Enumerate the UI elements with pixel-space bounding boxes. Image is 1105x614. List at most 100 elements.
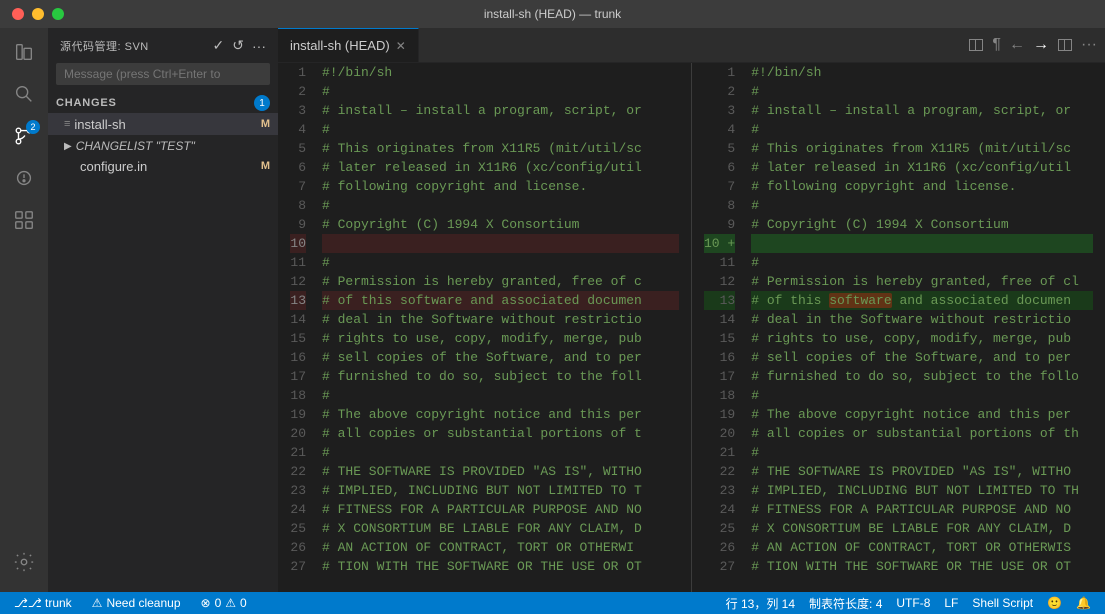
code-line: # deal in the Software without restricti…: [751, 310, 1093, 329]
navigate-back-icon[interactable]: ←: [1009, 36, 1025, 54]
right-scrollbar[interactable]: [1093, 63, 1105, 592]
line-num: 1: [290, 63, 306, 82]
need-cleanup-label: Need cleanup: [106, 596, 180, 610]
activity-explorer[interactable]: [4, 32, 44, 72]
changelist-header[interactable]: ▶ CHANGELIST "TEST": [48, 135, 278, 155]
right-editor-pane: 1 2 3 4 5 6 7 8 9 10 + 11 12 13 14: [691, 63, 1105, 592]
code-line: #: [322, 82, 679, 101]
line-num: 25: [704, 519, 735, 538]
code-line: # Copyright (C) 1994 X Consortium: [751, 215, 1093, 234]
code-line: # AN ACTION OF CONTRACT, TORT OR OTHERWI…: [751, 538, 1093, 557]
activity-extensions[interactable]: [4, 200, 44, 240]
tab-size-status[interactable]: 制表符长度: 4: [803, 595, 888, 612]
activity-debug[interactable]: [4, 158, 44, 198]
line-num: 2: [290, 82, 306, 101]
close-button[interactable]: [12, 8, 24, 20]
line-num: 12: [290, 272, 306, 291]
line-num: 3: [704, 101, 735, 120]
tab-label: install-sh (HEAD): [290, 38, 390, 53]
line-num: 3: [290, 101, 306, 120]
line-num: 22: [290, 462, 306, 481]
tab-close-button[interactable]: ✕: [396, 40, 406, 52]
more-button[interactable]: ···: [252, 38, 266, 54]
code-line: [322, 234, 679, 253]
code-line: # This originates from X11R5 (mit/util/s…: [751, 139, 1093, 158]
code-line: #: [322, 196, 679, 215]
highlight-software: software: [829, 293, 891, 308]
line-num: 11: [290, 253, 306, 272]
maximize-button[interactable]: [52, 8, 64, 20]
encoding-status[interactable]: UTF-8: [890, 596, 936, 610]
commit-message-input[interactable]: [56, 63, 270, 85]
line-num: 7: [290, 177, 306, 196]
line-num: 17: [704, 367, 735, 386]
more-actions-icon[interactable]: ···: [1081, 36, 1097, 54]
titlebar: install-sh (HEAD) — trunk: [0, 0, 1105, 28]
right-code-area[interactable]: 1 2 3 4 5 6 7 8 9 10 + 11 12 13 14: [692, 63, 1105, 592]
changes-badge: 1: [254, 95, 270, 111]
error-status[interactable]: ⊗ 0 ⚠ 0: [195, 592, 253, 614]
left-scrollbar[interactable]: [679, 63, 691, 592]
editor-area: install-sh (HEAD) ✕ ¶ ← → ···: [278, 28, 1105, 592]
code-line: # X CONSORTIUM BE LIABLE FOR ANY CLAIM, …: [751, 519, 1093, 538]
line-num: 6: [704, 158, 735, 177]
warning-icon: ⚠: [92, 596, 103, 610]
line-num: 16: [704, 348, 735, 367]
changes-section-header[interactable]: CHANGES 1: [48, 91, 278, 113]
tab-install-sh[interactable]: install-sh (HEAD) ✕: [278, 28, 419, 62]
line-num: 24: [704, 500, 735, 519]
line-num: 27: [290, 557, 306, 576]
left-code-area[interactable]: 1 2 3 4 5 6 7 8 9 10 11 12 13 14: [278, 63, 691, 592]
branch-status[interactable]: ⎇ ⎇ trunk: [8, 592, 78, 614]
code-line: #: [751, 253, 1093, 272]
activity-settings[interactable]: [4, 542, 44, 582]
line-num: 17: [290, 367, 306, 386]
line-num: 20: [290, 424, 306, 443]
line-num: 6: [290, 158, 306, 177]
toggle-whitespace-icon[interactable]: ¶: [992, 36, 1001, 54]
code-line: #: [322, 253, 679, 272]
open-to-side-icon[interactable]: [968, 37, 984, 53]
split-editor-icon[interactable]: [1057, 37, 1073, 53]
line-num: 2: [704, 82, 735, 101]
minimize-button[interactable]: [32, 8, 44, 20]
activity-search[interactable]: [4, 74, 44, 114]
feedback-icon[interactable]: 🙂: [1041, 596, 1068, 610]
line-num: 19: [290, 405, 306, 424]
sidebar-actions: ✓ ↺ ···: [213, 37, 266, 54]
cleanup-status[interactable]: ⚠ Need cleanup: [86, 592, 187, 614]
code-line: # THE SOFTWARE IS PROVIDED "AS IS", WITH…: [322, 462, 679, 481]
code-line: # IMPLIED, INCLUDING BUT NOT LIMITED TO …: [751, 481, 1093, 500]
language-status[interactable]: Shell Script: [966, 596, 1039, 610]
commit-button[interactable]: ✓: [213, 37, 225, 54]
line-num: 5: [704, 139, 735, 158]
code-line: #: [751, 196, 1093, 215]
line-num: 9: [290, 215, 306, 234]
activity-source-control[interactable]: 2: [4, 116, 44, 156]
file-item-configure-in[interactable]: configure.in M: [48, 155, 278, 177]
code-line: # install – install a program, script, o…: [751, 101, 1093, 120]
status-bar: ⎇ ⎇ trunk ⚠ Need cleanup ⊗ 0 ⚠ 0 行 13，列 …: [0, 592, 1105, 614]
line-ending-status[interactable]: LF: [938, 596, 964, 610]
language-text: Shell Script: [972, 596, 1033, 610]
branch-icon: ⎇: [14, 596, 28, 610]
file-lines-icon[interactable]: ≡: [64, 118, 70, 130]
cursor-position[interactable]: 行 13，列 14: [720, 595, 801, 612]
refresh-button[interactable]: ↺: [232, 37, 244, 54]
tab-size-text: 制表符长度: 4: [809, 595, 882, 612]
notifications-icon[interactable]: 🔔: [1070, 596, 1097, 610]
file-item-install-sh[interactable]: ≡ install-sh M: [48, 113, 278, 135]
right-code-lines: #!/bin/sh # # install – install a progra…: [747, 63, 1093, 592]
encoding-text: UTF-8: [896, 596, 930, 610]
warning-triangle-icon: ⚠: [225, 596, 236, 610]
line-num: 20: [704, 424, 735, 443]
navigate-forward-icon[interactable]: →: [1033, 36, 1049, 54]
code-line: # The above copyright notice and this pe…: [322, 405, 679, 424]
line-num: 14: [290, 310, 306, 329]
left-code-lines: #!/bin/sh # # install – install a progra…: [318, 63, 679, 592]
code-line: #: [751, 443, 1093, 462]
line-num: 27: [704, 557, 735, 576]
line-num: 10 +: [704, 234, 735, 253]
left-editor-pane: 1 2 3 4 5 6 7 8 9 10 11 12 13 14: [278, 63, 691, 592]
file-name: configure.in: [80, 159, 257, 174]
